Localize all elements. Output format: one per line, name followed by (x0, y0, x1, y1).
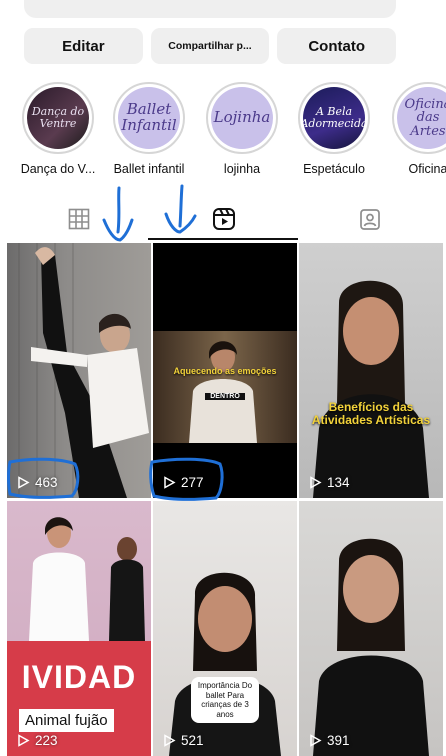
story-highlights: Dança do Ventre Dança do V... Ballet Inf… (0, 82, 446, 180)
reel-caption: Importância Do ballet Para crianças de 3… (191, 677, 259, 724)
reel-caption: Aquecendo as emoções (173, 366, 277, 376)
view-count: 463 (17, 475, 58, 490)
highlight-label: Espetáculo (303, 162, 365, 176)
bio-card-edge (24, 0, 396, 18)
view-count-value: 521 (181, 733, 204, 748)
reels-grid: 463 Aquecendo as emoções DENTRO 277 Bene… (7, 243, 444, 756)
reels-icon (213, 208, 235, 230)
play-icon (310, 476, 322, 489)
active-tab-indicator (148, 238, 298, 240)
highlight-label: Ballet infantil (113, 162, 185, 176)
woman-image (313, 280, 429, 498)
tagged-icon (360, 209, 380, 230)
view-count: 134 (309, 475, 350, 490)
dancer-image (18, 243, 149, 498)
play-icon (164, 476, 176, 489)
view-count: 223 (17, 733, 58, 748)
highlight-label: Dança do V... (20, 162, 96, 176)
highlight-label: lojinha (223, 162, 261, 176)
play-icon (310, 734, 322, 747)
highlight-lojinha[interactable]: Lojinha lojinha (192, 82, 292, 176)
highlight-danca[interactable]: Dança do Ventre Dança do V... (8, 82, 108, 176)
share-profile-button[interactable]: Compartilhar p... (150, 28, 270, 64)
highlight-cover: Oficina das Artes (392, 82, 446, 154)
reel-thumbnail[interactable]: Aquecendo as emoções DENTRO 277 (153, 243, 297, 498)
view-count-value: 277 (181, 475, 204, 490)
tab-reels[interactable] (209, 204, 239, 234)
tab-tagged[interactable] (355, 204, 385, 234)
reel-subcaption: Animal fujão (19, 709, 114, 732)
play-icon (18, 476, 30, 489)
view-count: 277 (163, 475, 204, 490)
highlight-ballet[interactable]: Ballet Infantil Ballet infantil (99, 82, 199, 176)
play-icon (164, 734, 176, 747)
profile-tabs (0, 200, 446, 242)
highlight-oficina[interactable]: Oficina das Artes Oficina (378, 82, 446, 176)
reel-caption: IVIDAD (21, 659, 137, 695)
highlight-label: Oficina (408, 162, 446, 176)
contact-button[interactable]: Contato (277, 28, 397, 64)
view-count-value: 463 (35, 475, 58, 490)
reel-thumbnail[interactable]: 391 (299, 501, 443, 756)
highlight-cover: Ballet Infantil (113, 82, 185, 154)
reel-subcaption: DENTRO (205, 393, 245, 400)
highlight-cover: Lojinha (206, 82, 278, 154)
view-count: 521 (163, 733, 204, 748)
profile-actions: Editar Compartilhar p... Contato (24, 28, 397, 64)
reel-thumbnail[interactable]: Importância Do ballet Para crianças de 3… (153, 501, 297, 756)
woman-image (189, 341, 257, 443)
reel-caption: Benefícios das Atividades Artísticas (311, 400, 431, 428)
edit-profile-button[interactable]: Editar (24, 28, 143, 64)
play-icon (18, 734, 30, 747)
grid-icon (68, 208, 90, 230)
view-count-value: 223 (35, 733, 58, 748)
woman-image (313, 538, 429, 756)
view-count-value: 391 (327, 733, 350, 748)
reel-thumbnail[interactable]: IVIDAD Animal fujão 223 (7, 501, 151, 756)
video-frame: Aquecendo as emoções DENTRO (153, 331, 297, 443)
highlight-cover: Dança do Ventre (22, 82, 94, 154)
tab-grid[interactable] (64, 204, 94, 234)
highlight-espetaculo[interactable]: A Bela Adormecida Espetáculo (284, 82, 384, 176)
reel-thumbnail[interactable]: 463 (7, 243, 151, 498)
reel-thumbnail[interactable]: Benefícios das Atividades Artísticas 134 (299, 243, 443, 498)
view-count: 391 (309, 733, 350, 748)
view-count-value: 134 (327, 475, 350, 490)
highlight-cover: A Bela Adormecida (298, 82, 370, 154)
